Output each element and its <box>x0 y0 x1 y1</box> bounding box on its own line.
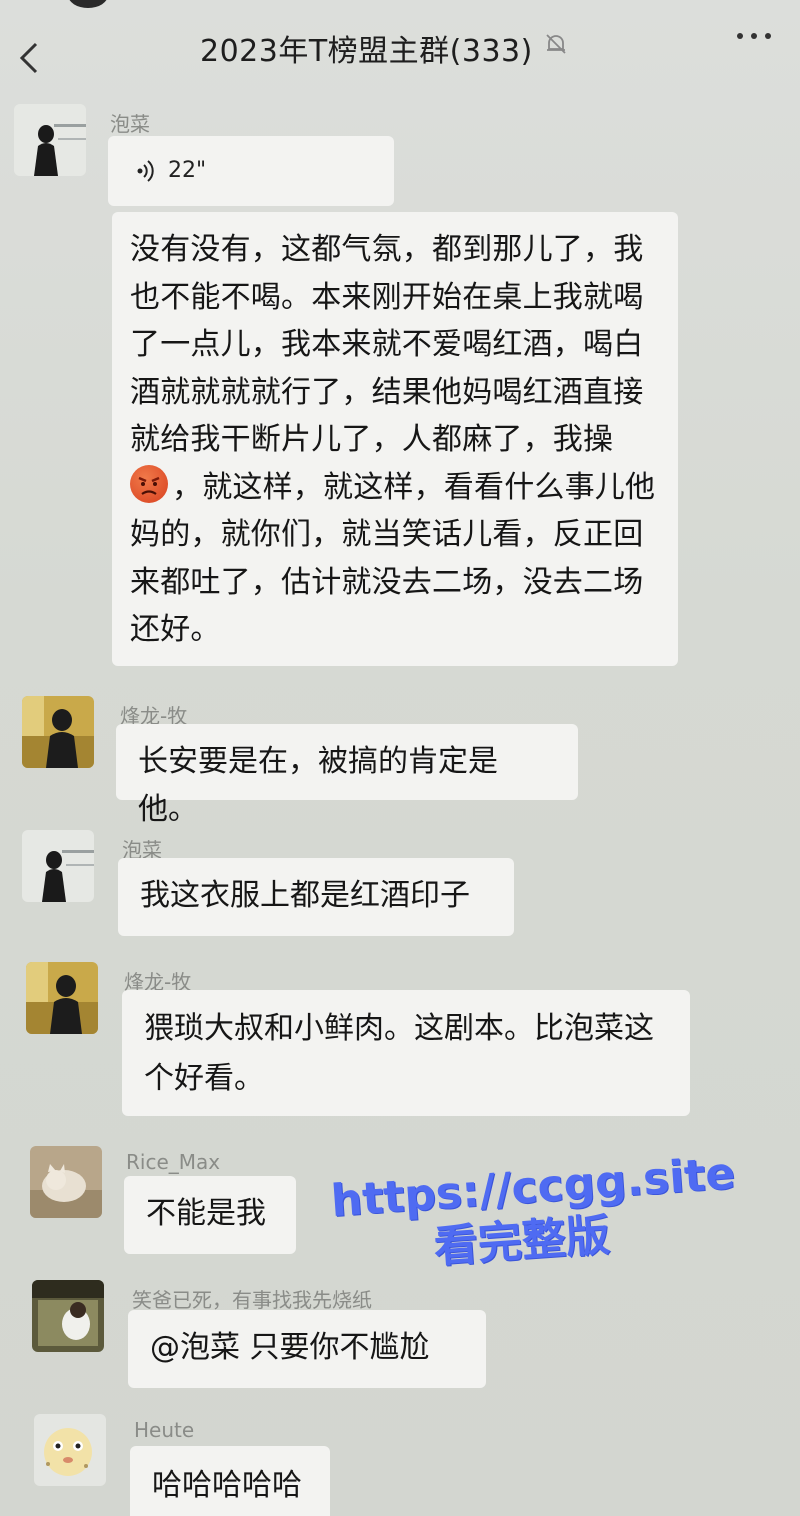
message-line: 猥琐大叔和小鲜肉。这剧本。比泡菜这 <box>144 1011 654 1046</box>
avatar-rice-max[interactable] <box>30 1146 102 1218</box>
message-line: 没有没有，这都气氛，都到那儿了，我 <box>130 232 644 267</box>
more-dots-icon[interactable] <box>734 30 774 42</box>
text-message[interactable]: 猥琐大叔和小鲜肉。这剧本。比泡菜这 个好看。 <box>122 990 690 1116</box>
chevron-left-icon[interactable] <box>14 40 44 76</box>
chat-title: 2023年T榜盟主群(333) <box>200 34 533 69</box>
message-line: 还好。 <box>130 612 221 647</box>
bell-slash-icon <box>546 34 566 54</box>
avatar-paocai[interactable] <box>14 104 86 176</box>
sender-name: 泡菜 <box>110 112 150 136</box>
message-line: 妈的，就你们，就当笑话儿看，反正回 <box>130 517 644 552</box>
message-line: 个好看。 <box>144 1061 264 1096</box>
text-message[interactable]: @泡菜 只要你不尴尬 <box>128 1310 486 1388</box>
sender-name: 笑爸已死，有事找我先烧纸 <box>132 1288 372 1312</box>
text-message[interactable]: 长安要是在，被搞的肯定是他。 <box>116 724 578 827</box>
message-line: 就给我干断片儿了，人都麻了，我操 <box>130 422 614 457</box>
sender-name: Heute <box>134 1418 195 1442</box>
voice-duration: 22" <box>168 158 207 183</box>
message-line-with-emoji: ，就这样，就这样，看看什么事儿他 <box>130 464 660 512</box>
chat-header: 2023年T榜盟主群(333) <box>0 0 800 96</box>
watermark-overlay: https://ccgg.site 看完整版 <box>317 1147 753 1283</box>
sender-name: Rice_Max <box>126 1150 221 1174</box>
message-line: 了一点儿，我本来就不爱喝红酒，喝白 <box>130 327 644 362</box>
text-message[interactable]: 我这衣服上都是红酒印子 <box>118 858 514 936</box>
chat-screen: 2023年T榜盟主群(333) 泡菜 22" 没有没有，这都气氛，都到那儿了，我… <box>0 0 800 1516</box>
text-message-long[interactable]: 没有没有，这都气氛，都到那儿了，我 也不能不喝。本来刚开始在桌上我就喝 了一点儿… <box>112 212 678 666</box>
voice-wave-icon <box>137 160 154 182</box>
message-line: 也不能不喝。本来刚开始在桌上我就喝 <box>130 279 644 315</box>
avatar-xiaoba[interactable] <box>32 1280 104 1352</box>
text-message[interactable]: 不能是我 <box>124 1176 296 1254</box>
avatar-paocai[interactable] <box>22 830 94 902</box>
avatar-heute[interactable] <box>34 1414 106 1486</box>
text-message[interactable]: 哈哈哈哈哈 <box>130 1446 330 1516</box>
message-line: 酒就就就就行了，结果他妈喝红酒直接 <box>130 374 644 410</box>
message-line: 来都吐了，估计就没去二场，没去二场 <box>130 564 644 600</box>
avatar-fenglong[interactable] <box>26 962 98 1034</box>
chat-title-group: 2023年T榜盟主群(333) <box>200 26 569 70</box>
avatar-fenglong[interactable] <box>22 696 94 768</box>
angry-face-icon <box>130 464 168 503</box>
voice-message[interactable]: 22" <box>108 136 394 206</box>
